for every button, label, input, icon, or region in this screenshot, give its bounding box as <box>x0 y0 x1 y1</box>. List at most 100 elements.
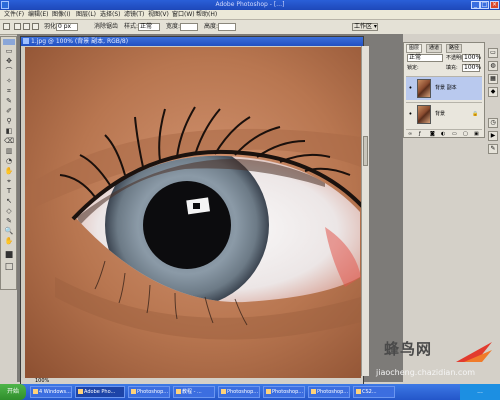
feather-input[interactable]: 0 px <box>56 23 78 31</box>
menu-bar: 文件(F) 编辑(E) 图像(I) 图层(L) 选择(S) 滤镜(T) 视图(V… <box>0 10 500 20</box>
style-select[interactable]: 正常 <box>138 23 160 31</box>
maximize-button[interactable]: □ <box>480 1 489 9</box>
layer-thumbnail <box>417 79 431 98</box>
blur-tool-icon[interactable]: ▥ <box>3 147 15 155</box>
tab-paths[interactable]: 路径 <box>446 44 463 53</box>
menu-select[interactable]: 选择(S) <box>100 10 121 19</box>
vertical-scrollbar[interactable] <box>361 46 369 376</box>
zoom-tool-icon[interactable]: 🔍 <box>3 227 15 235</box>
workspace-button[interactable]: 工作区 ▾ <box>352 23 378 31</box>
layers-footer: ∞ ƒ ◙ ◐ ▭ ▢ ▣ <box>406 129 482 138</box>
marquee-preset-icon[interactable] <box>3 23 10 30</box>
layer-row-background-copy[interactable]: • 背景 副本 <box>406 76 482 100</box>
fill-label: 填充: <box>446 65 458 71</box>
document-window: 1.jpg @ 100% (背景 副本, RGB/8) 100% <box>20 36 364 386</box>
antialias-checkbox[interactable]: 消除锯齿 <box>94 23 118 31</box>
menu-window[interactable]: 窗口(W) <box>172 10 195 19</box>
taskbar-item-active[interactable]: Adobe Pho... <box>75 386 125 398</box>
eraser-tool-icon[interactable]: ⌫ <box>3 137 15 145</box>
marquee-tool-icon[interactable]: ▭ <box>3 47 15 55</box>
pen-tool-icon[interactable]: ⌖ <box>3 177 15 185</box>
trash-icon[interactable]: ▣ <box>474 131 479 137</box>
fx-icon[interactable]: ƒ <box>419 131 421 137</box>
brush-tool-icon[interactable]: ✎ <box>3 97 15 105</box>
dock-swatches-icon[interactable]: ▦ <box>488 74 498 84</box>
lasso-tool-icon[interactable]: ⌒ <box>3 67 15 75</box>
start-button[interactable]: 开始 <box>0 384 26 400</box>
document-icon <box>23 38 29 44</box>
window-title: Adobe Photoshop - […] <box>215 1 285 8</box>
tools-palette: ▭ ✥ ⌒ ✧ ⌗ ✎ ✐ ⚲ ◧ ⌫ ▥ ◔ ✋ ⌖ T ↖ ◇ ✎ 🔍 ✋ … <box>0 36 17 290</box>
taskbar-item[interactable]: Photoshop... <box>218 386 260 398</box>
move-tool-icon[interactable]: ✥ <box>3 57 15 65</box>
path-select-tool-icon[interactable]: ✋ <box>3 167 15 175</box>
document-canvas[interactable] <box>25 47 361 379</box>
minimize-button[interactable]: _ <box>471 1 480 9</box>
layers-panel: 图层 通道 路径 正常 不透明度: 100% 锁定: 填充: 100% • 背景… <box>403 42 485 138</box>
direct-select-tool-icon[interactable]: ↖ <box>3 197 15 205</box>
layer-name: 背景 副本 <box>435 85 457 91</box>
taskbar-item[interactable]: 教程 - ... <box>173 386 215 398</box>
menu-edit[interactable]: 编辑(E) <box>28 10 48 19</box>
dock-brushes-icon[interactable]: ✎ <box>488 144 498 154</box>
clone-stamp-tool-icon[interactable]: ✐ <box>3 107 15 115</box>
watermark: 蜂鸟网 jiaocheng.chazidian.com <box>372 334 500 386</box>
options-bar: 羽化: 0 px 消除锯齿 样式: 正常 宽度: 高度: 工作区 ▾ <box>0 20 500 35</box>
menu-layer[interactable]: 图层(L) <box>76 10 96 19</box>
menu-filter[interactable]: 滤镜(T) <box>124 10 144 19</box>
close-button[interactable]: × <box>490 1 499 9</box>
tab-layers[interactable]: 图层 <box>406 44 423 53</box>
tab-channels[interactable]: 通道 <box>426 44 443 53</box>
height-input[interactable] <box>218 23 236 31</box>
menu-image[interactable]: 图像(I) <box>52 10 70 19</box>
document-title-bar[interactable]: 1.jpg @ 100% (背景 副本, RGB/8) <box>21 37 363 46</box>
eye-visibility-icon[interactable]: • <box>407 111 414 118</box>
menu-help[interactable]: 帮助(H) <box>196 10 217 19</box>
magic-wand-tool-icon[interactable]: ✧ <box>3 77 15 85</box>
history-brush-tool-icon[interactable]: ⚲ <box>3 117 15 125</box>
panel-dock: ▭ ◍ ▦ ◆ ◷ ▶ ✎ <box>487 48 499 158</box>
title-bar: Adobe Photoshop - […] _ □ × <box>0 0 500 10</box>
hand-tool-icon[interactable]: ✋ <box>3 237 15 245</box>
taskbar-item[interactable]: Photoshop... <box>308 386 350 398</box>
mask-icon[interactable]: ◙ <box>430 131 435 137</box>
system-tray[interactable]: ... <box>460 384 500 400</box>
opacity-input[interactable]: 100% <box>462 54 481 62</box>
blend-mode-select[interactable]: 正常 <box>407 54 443 62</box>
taskbar-item[interactable]: 4 Windows... <box>30 386 72 398</box>
fill-input[interactable]: 100% <box>462 64 481 72</box>
add-selection-icon[interactable] <box>23 23 30 30</box>
layer-row-background[interactable]: • 背景 🔒 <box>406 102 482 126</box>
dock-actions-icon[interactable]: ▶ <box>488 131 498 141</box>
style-label: 样式: <box>124 23 139 30</box>
width-input[interactable] <box>180 23 198 31</box>
pupil <box>143 181 231 269</box>
foreground-color-swatch[interactable]: ■ <box>3 251 15 260</box>
taskbar-item[interactable]: CS2... <box>353 386 395 398</box>
new-layer-icon[interactable]: ▢ <box>463 131 468 137</box>
new-selection-icon[interactable] <box>14 23 21 30</box>
dock-history-icon[interactable]: ◷ <box>488 118 498 128</box>
gradient-tool-icon[interactable]: ◧ <box>3 127 15 135</box>
eye-visibility-icon[interactable]: • <box>407 85 414 92</box>
tools-header[interactable] <box>3 39 15 45</box>
folder-icon[interactable]: ▭ <box>452 131 457 137</box>
type-tool-icon[interactable]: T <box>3 187 15 195</box>
menu-view[interactable]: 视图(V) <box>148 10 169 19</box>
background-color-swatch[interactable]: □ <box>3 263 15 272</box>
link-icon[interactable]: ∞ <box>408 131 412 137</box>
dock-styles-icon[interactable]: ◆ <box>488 87 498 97</box>
dock-navigator-icon[interactable]: ▭ <box>488 48 498 58</box>
watermark-brand: 蜂鸟网 <box>384 340 433 358</box>
subtract-selection-icon[interactable] <box>32 23 39 30</box>
dock-color-icon[interactable]: ◍ <box>488 61 498 71</box>
adjust-icon[interactable]: ◐ <box>441 131 445 137</box>
taskbar-item[interactable]: Photoshop... <box>263 386 305 398</box>
scrollbar-thumb[interactable] <box>363 136 368 166</box>
menu-file[interactable]: 文件(F) <box>4 10 24 19</box>
taskbar-item[interactable]: Photoshop... <box>128 386 170 398</box>
notes-tool-icon[interactable]: ✎ <box>3 217 15 225</box>
crop-tool-icon[interactable]: ⌗ <box>3 87 15 95</box>
shape-tool-icon[interactable]: ◇ <box>3 207 15 215</box>
dodge-tool-icon[interactable]: ◔ <box>3 157 15 165</box>
